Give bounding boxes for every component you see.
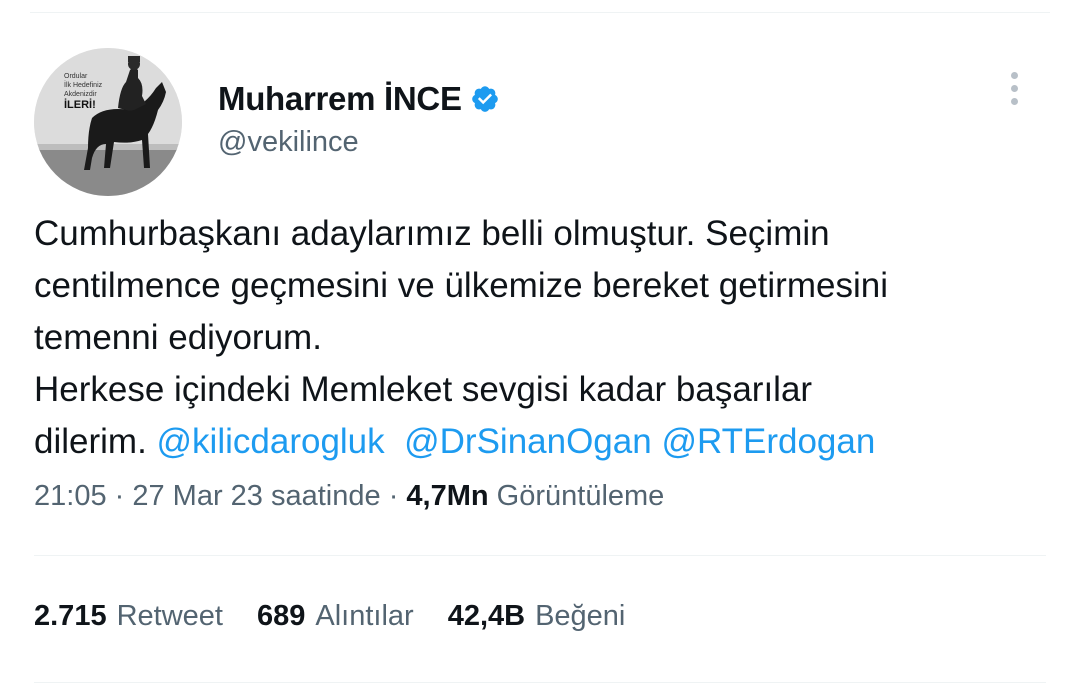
avatar-caption-line: İlk Hedefiniz bbox=[64, 82, 103, 89]
tweet-text-segment: Herkese içindeki Memleket sevgisi kadar … bbox=[34, 370, 813, 409]
bottom-divider bbox=[34, 682, 1046, 683]
tweet-text-line: Cumhurbaşkanı adaylarımız belli olmuştur… bbox=[34, 208, 1044, 260]
retweet-count: 2.715 bbox=[34, 600, 107, 632]
view-count: 4,7Mn bbox=[406, 480, 489, 512]
engagement-stats: 2.715 Retweet 689 Alıntılar 42,4B Beğeni bbox=[34, 600, 625, 633]
like-label: Beğeni bbox=[535, 600, 626, 632]
top-divider bbox=[30, 12, 1050, 13]
tweet-text-segment bbox=[652, 422, 662, 461]
avatar-caption: Ordular İlk Hedefiniz Akdenizdir İLERİ! bbox=[64, 72, 124, 112]
meta-separator: · bbox=[106, 480, 133, 512]
tweet-header: Ordular İlk Hedefiniz Akdenizdir İLERİ! … bbox=[34, 48, 1050, 198]
avatar-caption-line: İLERİ! bbox=[64, 99, 96, 111]
user-handle[interactable]: @vekilince bbox=[218, 126, 359, 159]
tweet-time[interactable]: 21:05 bbox=[34, 480, 107, 512]
like-count: 42,4B bbox=[447, 600, 526, 632]
tweet-meta: 21:05 · 27 Mar 23 saatinde · 4,7Mn Görün… bbox=[34, 480, 664, 513]
quote-stat[interactable]: 689 Alıntılar bbox=[257, 600, 414, 633]
tweet-text: Cumhurbaşkanı adaylarımız belli olmuştur… bbox=[34, 208, 1044, 468]
display-name-text[interactable]: Muharrem İNCE bbox=[218, 80, 462, 118]
mention-link[interactable]: @kilicdarogluk bbox=[157, 422, 385, 461]
retweet-stat[interactable]: 2.715 Retweet bbox=[34, 600, 223, 633]
tweet-text-line: Herkese içindeki Memleket sevgisi kadar … bbox=[34, 364, 1044, 416]
like-stat[interactable]: 42,4B Beğeni bbox=[448, 600, 626, 633]
quote-label: Alıntılar bbox=[315, 600, 414, 632]
avatar-image bbox=[34, 48, 182, 196]
retweet-label: Retweet bbox=[116, 600, 223, 632]
tweet-text-segment: Cumhurbaşkanı adaylarımız belli olmuştur… bbox=[34, 214, 830, 253]
tweet-text-segment bbox=[385, 422, 404, 461]
verified-badge-icon bbox=[470, 84, 500, 114]
avatar[interactable]: Ordular İlk Hedefiniz Akdenizdir İLERİ! bbox=[34, 48, 182, 196]
tweet-text-line: temenni ediyorum. bbox=[34, 312, 1044, 364]
mention-link[interactable]: @DrSinanOgan bbox=[404, 422, 652, 461]
display-name[interactable]: Muharrem İNCE bbox=[218, 80, 500, 118]
tweet-text-line: dilerim. @kilicdarogluk @DrSinanOgan @RT… bbox=[34, 416, 1044, 468]
view-count-label: Görüntüleme bbox=[488, 480, 665, 512]
tweet-date[interactable]: 27 Mar 23 saatinde bbox=[132, 480, 380, 512]
meta-separator: · bbox=[380, 480, 407, 512]
avatar-caption-line: Ordular bbox=[64, 73, 88, 80]
mention-link[interactable]: @RTErdogan bbox=[661, 422, 875, 461]
more-options-icon[interactable] bbox=[1008, 72, 1020, 112]
tweet-text-line: centilmence geçmesini ve ülkemize bereke… bbox=[34, 260, 1044, 312]
tweet-text-segment: dilerim. bbox=[34, 422, 157, 461]
quote-count: 689 bbox=[256, 600, 306, 632]
avatar-caption-line: Akdenizdir bbox=[64, 91, 97, 98]
tweet-text-segment: centilmence geçmesini ve ülkemize bereke… bbox=[34, 266, 888, 305]
divider bbox=[34, 555, 1046, 556]
tweet-text-segment: temenni ediyorum. bbox=[34, 318, 322, 357]
